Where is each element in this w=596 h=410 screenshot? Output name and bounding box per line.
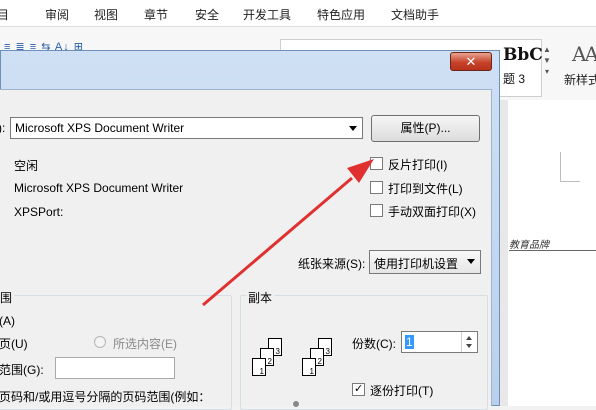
arrow-shaft — [202, 176, 353, 307]
resize-handle[interactable] — [293, 401, 299, 407]
red-arrow-annotation — [202, 159, 374, 307]
